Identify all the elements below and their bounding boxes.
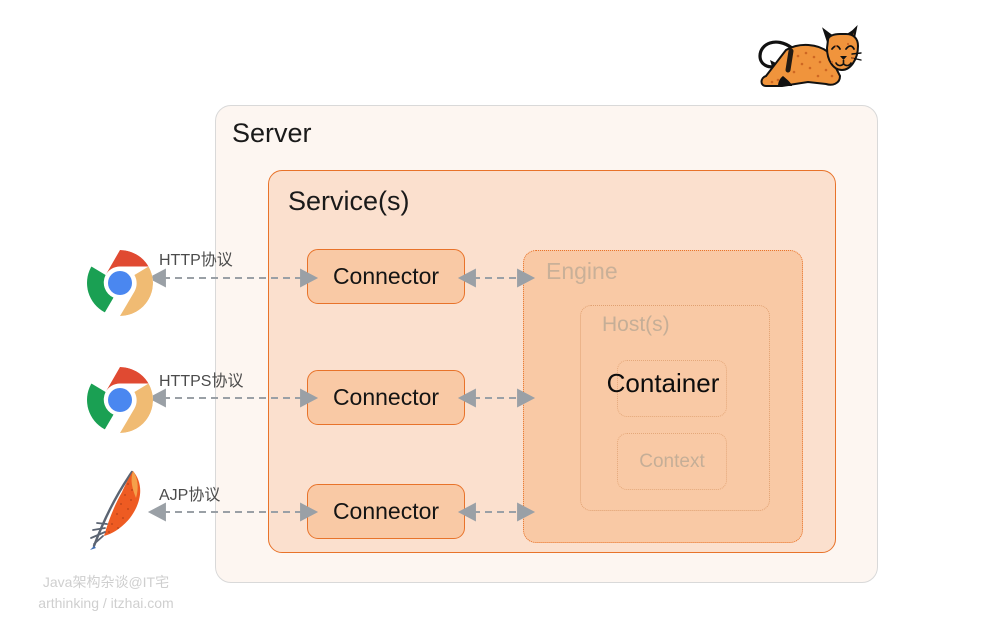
connector-box-ajp: Connector — [307, 484, 465, 539]
diagram-canvas: Server Service(s) Engine Host(s) Context… — [0, 0, 1000, 621]
host-label: Host(s) — [602, 313, 670, 336]
context-box-lower: Context — [617, 433, 727, 490]
connector-box-https: Connector — [307, 370, 465, 425]
chrome-browser-icon — [87, 367, 153, 433]
apache-feather-icon — [90, 470, 141, 550]
protocol-label-http: HTTP协议 — [159, 252, 233, 269]
watermark-line-2: arthinking / itzhai.com — [38, 595, 174, 611]
watermark: Java架构杂谈@IT宅 arthinking / itzhai.com — [16, 572, 196, 614]
server-label: Server — [232, 118, 312, 148]
watermark-line-1: Java架构杂谈@IT宅 — [42, 574, 170, 590]
apache-tomcat-cat-logo — [758, 24, 862, 87]
chrome-browser-icon — [87, 250, 153, 316]
service-label: Service(s) — [288, 186, 410, 216]
engine-label: Engine — [546, 258, 618, 284]
protocol-label-https: HTTPS协议 — [159, 373, 244, 390]
protocol-label-ajp: AJP协议 — [159, 487, 221, 504]
container-label: Container — [606, 368, 720, 398]
connector-box-http: Connector — [307, 249, 465, 304]
